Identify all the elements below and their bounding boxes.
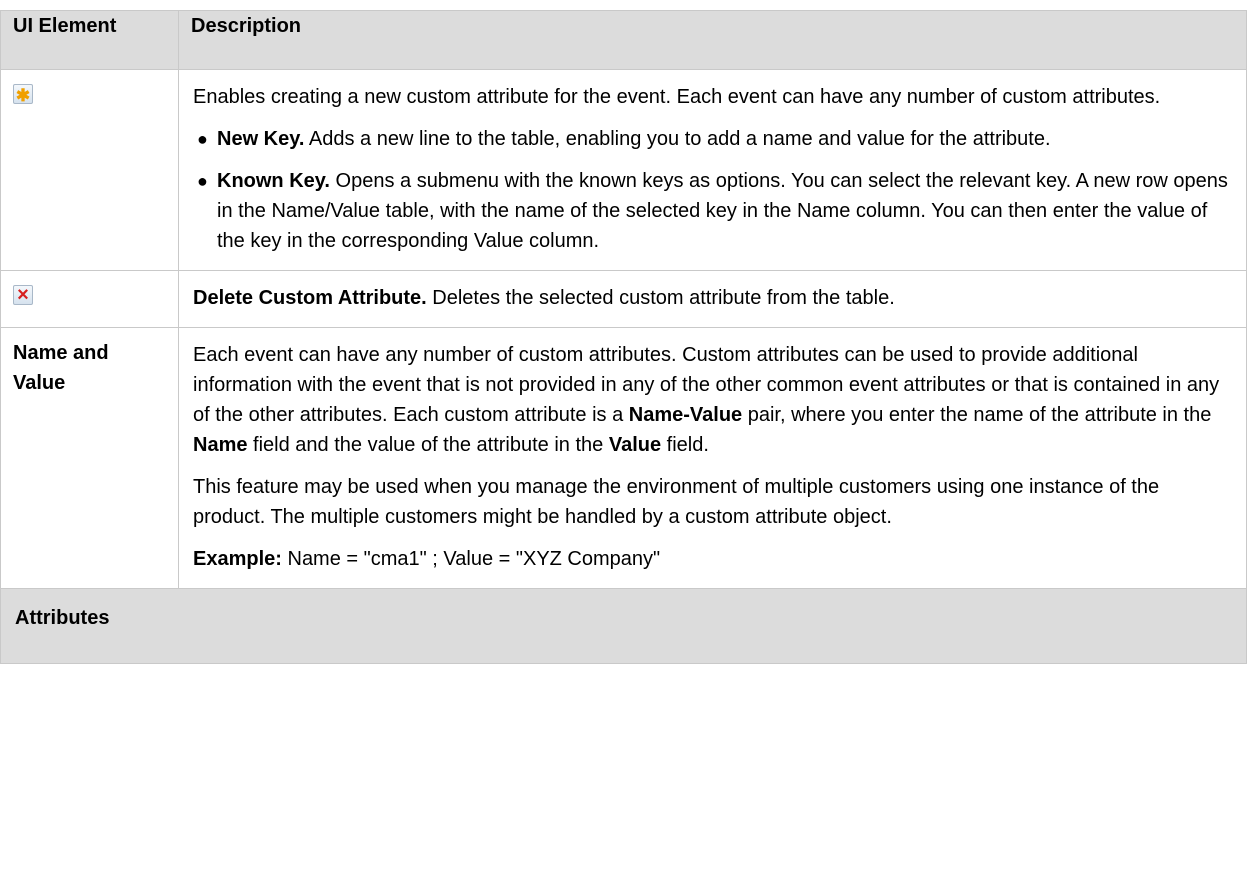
delete-term: Delete Custom Attribute.: [193, 287, 427, 309]
ui-element-cell: ×: [0, 270, 179, 328]
example-text: Name = "cma1" ; Value = "XYZ Company": [281, 548, 661, 570]
option-text: Opens a submenu with the known keys as o…: [217, 170, 1228, 252]
delete-text: Deletes the selected custom attribute fr…: [426, 287, 895, 309]
text-run: pair, where you enter the name of the at…: [742, 404, 1212, 426]
bold-run: Name-Value: [628, 404, 743, 426]
bullet-icon: ●: [197, 129, 208, 149]
new-attribute-options: ● New Key. Adds a new line to the table,…: [193, 124, 1232, 256]
text-run: field.: [661, 434, 709, 456]
table-header-row: UI Element Description: [0, 10, 1247, 70]
ui-element-table: UI Element Description ✱ Enables creatin…: [0, 10, 1247, 664]
table-row-new-attribute: ✱ Enables creating a new custom attribut…: [0, 69, 1247, 271]
bold-run: Value: [608, 434, 662, 456]
header-ui-element: UI Element: [0, 10, 179, 70]
table-row-name-value: Name and Value Each event can have any n…: [0, 327, 1247, 589]
example-term: Example:: [193, 548, 282, 570]
feature-paragraph: This feature may be used when you manage…: [193, 476, 1160, 528]
example-paragraph: Example: Name = "cma1" ; Value = "XYZ Co…: [193, 544, 1232, 574]
text-run: field and the value of the attribute in …: [247, 434, 609, 456]
new-attribute-intro: Enables creating a new custom attribute …: [193, 86, 1161, 108]
section-heading-attributes: Attributes: [0, 588, 1247, 664]
list-item-known-key: ● Known Key. Opens a submenu with the kn…: [197, 166, 1232, 256]
description-cell: Delete Custom Attribute. Deletes the sel…: [178, 270, 1247, 328]
description-cell: Enables creating a new custom attribute …: [178, 69, 1247, 271]
bullet-icon: ●: [197, 171, 208, 191]
bold-run: Name: [193, 434, 248, 456]
ui-element-cell: ✱: [0, 69, 179, 271]
option-term: New Key.: [217, 128, 305, 150]
table-row-delete-attribute: × Delete Custom Attribute. Deletes the s…: [0, 270, 1247, 328]
list-item-new-key: ● New Key. Adds a new line to the table,…: [197, 124, 1232, 154]
description-cell: Each event can have any number of custom…: [178, 327, 1247, 589]
new-attribute-icon[interactable]: ✱: [13, 84, 33, 105]
table-section-row: Attributes: [0, 588, 1247, 664]
option-term: Known Key.: [217, 170, 330, 192]
ui-element-label: Name and Value: [0, 327, 179, 589]
delete-attribute-icon[interactable]: ×: [13, 284, 33, 306]
name-value-paragraph: Each event can have any number of custom…: [193, 340, 1232, 460]
option-text: Adds a new line to the table, enabling y…: [304, 128, 1051, 150]
delete-attribute-description: Delete Custom Attribute. Deletes the sel…: [193, 283, 1232, 313]
header-description: Description: [178, 10, 1247, 70]
